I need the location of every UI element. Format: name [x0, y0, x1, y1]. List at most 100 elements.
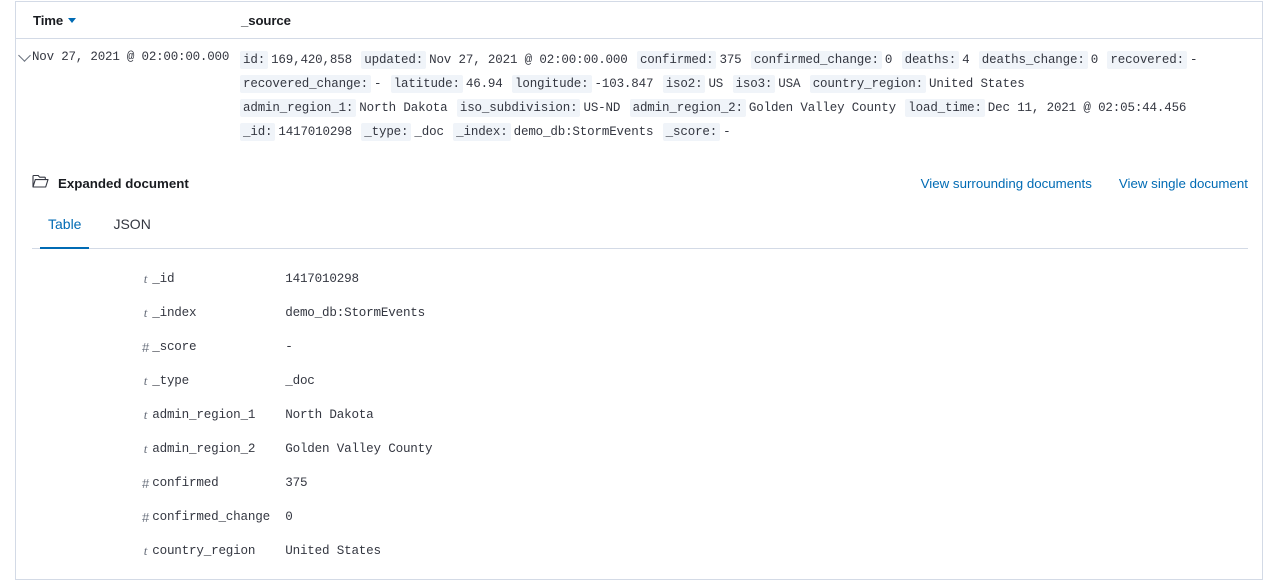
source-pair-value: Golden Valley County	[748, 101, 896, 115]
source-pair-key: id:	[240, 51, 269, 69]
source-pair-key: deaths:	[901, 51, 960, 69]
source-pair: admin_region_1: North Dakota	[240, 99, 448, 117]
source-pair: admin_region_2: Golden Valley County	[629, 99, 896, 117]
table-row: Nov 27, 2021 @ 02:00:00.000 id: 169,420,8…	[16, 39, 1262, 144]
source-pair: iso_subdivision: US-ND	[456, 99, 621, 117]
source-pair-value: North Dakota	[359, 101, 448, 115]
source-pair: _index: demo_db:StormEvents	[453, 123, 654, 141]
source-pair-value: US	[708, 77, 724, 91]
expanded-document-panel: Expanded document View surrounding docum…	[32, 172, 1248, 568]
source-pair-key: confirmed_change:	[750, 51, 882, 69]
document-field-row: t _type _doc	[32, 364, 1248, 398]
field-value: North Dakota	[285, 408, 374, 422]
field-name: _id	[152, 272, 175, 286]
source-pair-value: 0	[1090, 53, 1099, 67]
source-pair-key: iso2:	[662, 75, 706, 93]
field-type-number-icon: #	[142, 475, 150, 491]
source-pair-key: deaths_change:	[978, 51, 1088, 69]
source-pair-key: updated:	[361, 51, 427, 69]
source-pair-key: admin_region_1:	[240, 99, 357, 117]
source-pair-key: _id:	[240, 123, 276, 141]
source-pair: load_time: Dec 11, 2021 @ 02:05:44.456	[905, 99, 1187, 117]
field-name: confirmed_change	[152, 510, 270, 524]
source-pair: latitude: 46.94	[390, 75, 503, 93]
source-pair-key: admin_region_2:	[629, 99, 746, 117]
field-type-string-icon: t	[143, 271, 148, 286]
expand-row-toggle[interactable]	[16, 48, 32, 62]
field-value: 0	[285, 510, 293, 524]
source-pair-value: 0	[884, 53, 893, 67]
source-pair: country_region: United States	[809, 75, 1025, 93]
field-type-string-icon: t	[143, 407, 148, 422]
source-pair-key: confirmed:	[636, 51, 717, 69]
source-pair-key: _type:	[361, 123, 412, 141]
source-pair-key: iso3:	[732, 75, 776, 93]
source-pair: deaths: 4	[901, 51, 970, 69]
tab-table[interactable]: Table	[32, 216, 97, 249]
source-pair-key: country_region:	[809, 75, 926, 93]
source-pair: confirmed: 375	[636, 51, 742, 69]
source-pair: _id: 1417010298	[240, 123, 352, 141]
column-header-time[interactable]: Time	[33, 13, 77, 28]
source-pair: iso3: USA	[732, 75, 801, 93]
source-pair-key: recovered_change:	[240, 75, 371, 93]
source-pair-value: United States	[928, 77, 1025, 91]
source-pair: confirmed_change: 0	[750, 51, 893, 69]
document-field-row: # _score -	[32, 330, 1248, 364]
field-name: _index	[152, 306, 197, 320]
source-pair-key: _score:	[662, 123, 721, 141]
discover-document-table: Time _source Nov 27, 2021 @ 02:00:00.000…	[15, 1, 1263, 580]
document-field-row: t admin_region_1 North Dakota	[32, 398, 1248, 432]
document-field-table: t _id 1417010298 t _index demo_db:StormEvents…	[32, 262, 1248, 568]
column-header-source-label: _source	[241, 13, 291, 28]
column-header-time-label: Time	[33, 13, 64, 28]
field-type-string-icon: t	[143, 305, 148, 320]
source-pair-value: 1417010298	[278, 125, 352, 139]
field-name: country_region	[152, 544, 256, 558]
chevron-down-icon	[17, 49, 31, 62]
source-pair: longitude: -103.847	[512, 75, 653, 93]
source-pair-key: iso_subdivision:	[456, 99, 581, 117]
field-type-number-icon: #	[142, 509, 150, 525]
field-value: United States	[285, 544, 381, 558]
source-pair-value: -	[373, 77, 382, 91]
expanded-document-links: View surrounding documents View single d…	[921, 176, 1248, 191]
source-pair: _score: -	[662, 123, 731, 141]
document-field-row: t country_region United States	[32, 534, 1248, 568]
field-value: demo_db:StormEvents	[285, 306, 426, 320]
field-value: 375	[285, 476, 308, 490]
source-pair-value: US-ND	[583, 101, 621, 115]
tab-json[interactable]: JSON	[97, 216, 166, 249]
source-pair: id: 169,420,858	[240, 51, 352, 69]
source-pair: _type: _doc	[361, 123, 444, 141]
source-pair-value: -	[723, 125, 731, 139]
sort-desc-caret-icon[interactable]	[68, 18, 77, 23]
field-type-string-icon: t	[143, 543, 148, 558]
folder-open-icon	[32, 174, 49, 192]
source-pair: iso2: US	[662, 75, 724, 93]
source-pair-value: Dec 11, 2021 @ 02:05:44.456	[987, 101, 1187, 115]
document-field-row: t _index demo_db:StormEvents	[32, 296, 1248, 330]
view-single-document-link[interactable]: View single document	[1119, 176, 1248, 191]
field-type-string-icon: t	[143, 373, 148, 388]
source-pair: recovered_change: -	[240, 75, 382, 93]
field-value: _doc	[285, 374, 315, 388]
field-name: _type	[152, 374, 190, 388]
column-header-source[interactable]: _source	[241, 13, 291, 28]
table-header-row: Time _source	[16, 2, 1262, 39]
source-pair-value: 169,420,858	[271, 53, 352, 67]
field-type-number-icon: #	[142, 339, 150, 355]
source-pair-value: demo_db:StormEvents	[513, 125, 654, 139]
document-field-row: t _id 1417010298	[32, 262, 1248, 296]
source-pair-key: recovered:	[1107, 51, 1187, 69]
source-pair-key: longitude:	[512, 75, 592, 93]
source-pair-value: -	[1189, 53, 1198, 67]
document-field-row: t admin_region_2 Golden Valley County	[32, 432, 1248, 466]
field-value: 1417010298	[285, 272, 359, 286]
source-pair: deaths_change: 0	[978, 51, 1099, 69]
source-pair-value: USA	[778, 77, 801, 91]
field-name: admin_region_2	[152, 442, 256, 456]
field-value: Golden Valley County	[285, 442, 433, 456]
view-surrounding-documents-link[interactable]: View surrounding documents	[921, 176, 1092, 191]
field-type-string-icon: t	[143, 441, 148, 456]
